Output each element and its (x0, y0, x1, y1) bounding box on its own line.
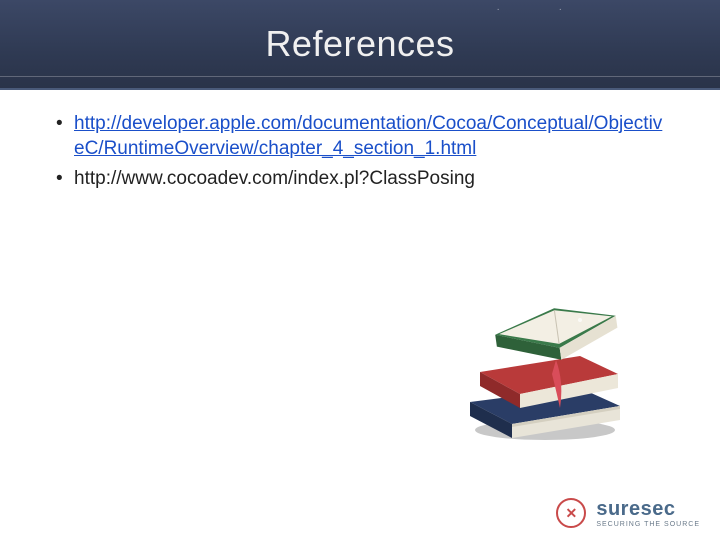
logo-icon: ✕ (556, 498, 586, 528)
content-area: http://developer.apple.com/documentation… (0, 90, 720, 192)
books-illustration (460, 290, 630, 440)
reference-text: http://www.cocoadev.com/index.pl?ClassPo… (74, 168, 475, 189)
decorative-stars: · · (497, 4, 590, 15)
list-item: http://developer.apple.com/documentation… (50, 112, 670, 161)
logo-brand: suresec (596, 499, 700, 519)
logo-tagline: SECURING THE SOURCE (596, 521, 700, 528)
list-item: http://www.cocoadev.com/index.pl?ClassPo… (50, 167, 670, 192)
title-band: · · References (0, 0, 720, 90)
slide-title: References (265, 23, 454, 65)
footer-logo: ✕ suresec SECURING THE SOURCE (556, 498, 700, 528)
reference-list: http://developer.apple.com/documentation… (50, 112, 670, 192)
reference-link[interactable]: http://developer.apple.com/documentation… (74, 113, 662, 159)
